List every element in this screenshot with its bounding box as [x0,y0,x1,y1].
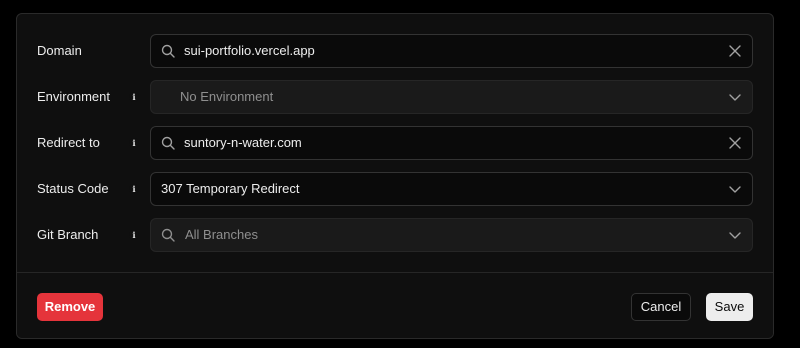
branch-row: Git Branch i All Branches [17,218,773,252]
status-label: Status Code [37,181,109,196]
branch-label: Git Branch [37,227,99,242]
git-branch-select[interactable]: All Branches [150,218,753,252]
cancel-button[interactable]: Cancel [631,293,691,321]
form-footer: Remove Cancel Save [17,272,773,338]
search-icon [161,228,175,242]
status-code-value: 307 Temporary Redirect [161,181,300,196]
remove-button[interactable]: Remove [37,293,103,321]
close-icon[interactable] [728,44,742,58]
environment-select[interactable]: No Environment [150,80,753,114]
info-icon[interactable]: i [129,138,139,148]
chevron-down-icon [729,232,741,239]
info-icon[interactable]: i [129,230,139,240]
chevron-down-icon [729,186,741,193]
domain-form: Domain sui-portfolio.vercel.app Environm… [17,14,773,272]
domain-input[interactable]: sui-portfolio.vercel.app [150,34,753,68]
close-icon[interactable] [728,136,742,150]
status-code-select[interactable]: 307 Temporary Redirect [150,172,753,206]
git-branch-placeholder: All Branches [185,227,258,242]
redirect-value: suntory-n-water.com [184,135,302,150]
edit-domain-panel: Domain sui-portfolio.vercel.app Environm… [16,13,774,339]
status-row: Status Code i 307 Temporary Redirect [17,172,773,206]
redirect-row: Redirect to i suntory-n-water.com [17,126,773,160]
redirect-input[interactable]: suntory-n-water.com [150,126,753,160]
chevron-down-icon [729,94,741,101]
info-icon[interactable]: i [129,92,139,102]
environment-label: Environment [37,89,110,104]
search-icon [161,44,175,58]
info-icon[interactable]: i [129,184,139,194]
redirect-label: Redirect to [37,135,100,150]
save-button[interactable]: Save [706,293,753,321]
domain-label: Domain [37,43,82,58]
environment-value: No Environment [180,89,274,104]
environment-row: Environment i No Environment [17,80,773,114]
domain-row: Domain sui-portfolio.vercel.app [17,34,773,68]
search-icon [161,136,175,150]
domain-value: sui-portfolio.vercel.app [184,43,315,58]
